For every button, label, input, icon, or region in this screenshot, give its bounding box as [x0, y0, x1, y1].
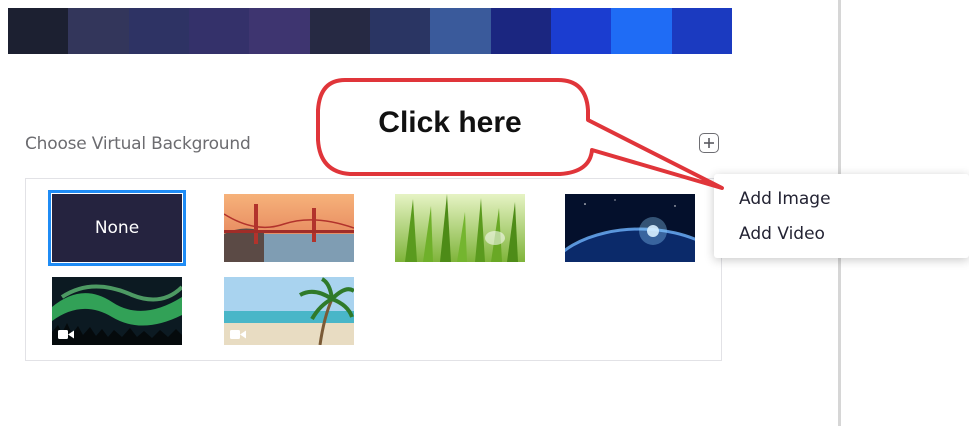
click-here-callout — [316, 78, 724, 190]
callout-text: Click here — [378, 106, 522, 139]
